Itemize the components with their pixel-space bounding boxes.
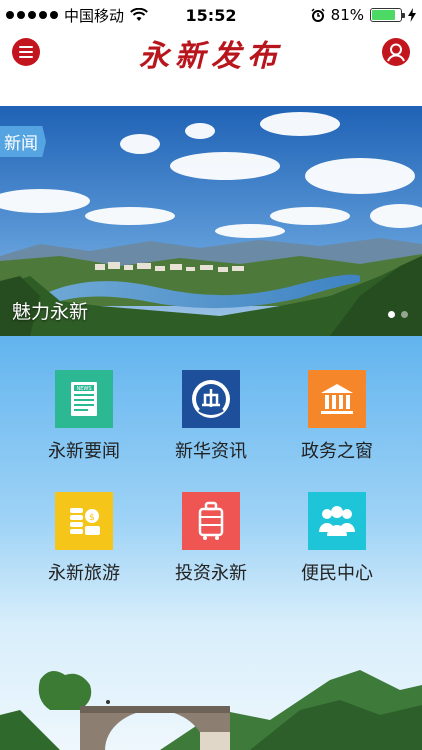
svg-text:$: $ (89, 513, 95, 523)
xinhua-logo-icon (182, 370, 240, 428)
tile-label: 政务之窗 (301, 441, 373, 462)
tile-yongxin-news[interactable]: NEWS 永新要闻 (14, 370, 154, 463)
wifi-icon (130, 8, 148, 21)
user-icon[interactable] (382, 38, 410, 66)
svg-text:NEWS: NEWS (76, 386, 91, 392)
alarm-icon (311, 8, 325, 22)
tourism-coins-icon: $ (55, 492, 113, 550)
tile-label: 永新要闻 (48, 441, 120, 462)
banner-carousel[interactable]: 新闻 魅力永新 (0, 106, 422, 336)
battery-icon (370, 8, 405, 22)
carousel-pager[interactable] (388, 311, 408, 318)
signal-strength-icon (6, 11, 58, 19)
tile-service-center[interactable]: 便民中心 (267, 492, 407, 585)
tile-label: 永新旅游 (48, 563, 120, 584)
charging-icon (408, 8, 416, 22)
government-building-icon (308, 370, 366, 428)
carrier-name: 中国移动 (64, 6, 125, 25)
tile-xinhua-info[interactable]: 新华资讯 (141, 370, 281, 463)
tile-yongxin-tourism[interactable]: $ 永新旅游 (14, 492, 154, 585)
status-bar: 中国移动 15:52 81% (0, 0, 422, 30)
menu-icon[interactable] (12, 38, 40, 66)
tile-invest-yongxin[interactable]: 投资永新 (141, 492, 281, 585)
pager-dot-active[interactable] (388, 311, 395, 318)
banner-category-tag: 新闻 (0, 126, 46, 157)
bridge-landscape-illustration (0, 670, 422, 750)
banner-caption: 魅力永新 (12, 301, 89, 323)
battery-percent: 81% (330, 6, 364, 24)
clock: 15:52 (185, 5, 237, 25)
app-header: 永新发布 (0, 30, 422, 76)
tile-government-window[interactable]: 政务之窗 (267, 370, 407, 463)
tile-label: 投资永新 (175, 563, 247, 584)
app-title: 永新发布 (139, 39, 283, 74)
news-icon: NEWS (55, 370, 113, 428)
people-icon (308, 492, 366, 550)
tile-label: 新华资讯 (175, 441, 247, 462)
suitcase-icon (182, 492, 240, 550)
tile-label: 便民中心 (301, 563, 373, 584)
feature-grid-area: NEWS 永新要闻 新华资讯 政务之窗 $ 永新旅游 投资永新 便民中心 (0, 336, 422, 750)
pager-dot[interactable] (401, 311, 408, 318)
